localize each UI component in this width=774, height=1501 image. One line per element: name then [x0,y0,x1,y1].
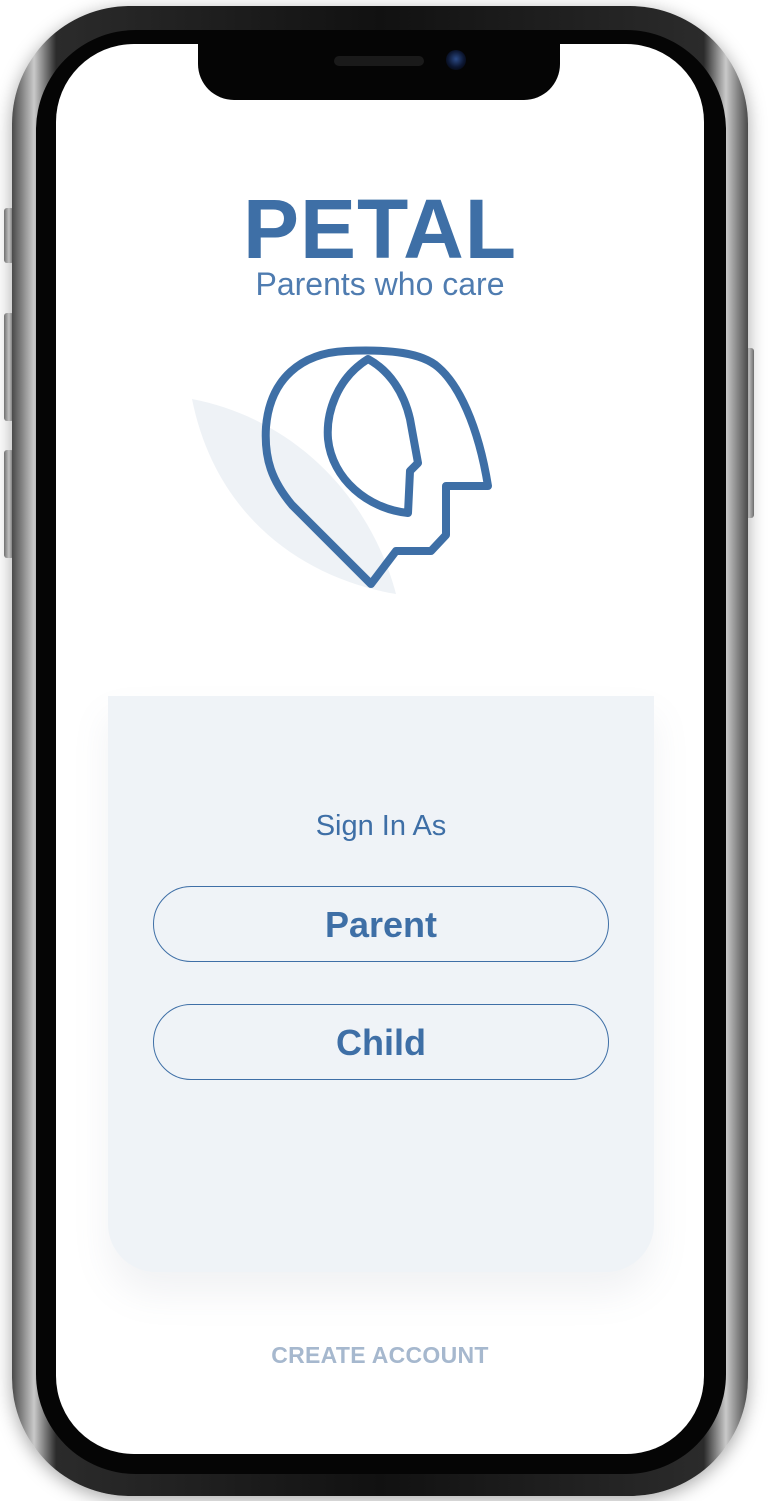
sign-in-heading: Sign In As [315,810,447,842]
create-account-link[interactable]: CREATE ACCOUNT [56,1340,704,1370]
child-button[interactable]: Child [153,1004,609,1080]
parent-button[interactable]: Parent [153,886,609,962]
notch [198,44,560,100]
petal-head-profile-icon [192,346,492,594]
earpiece-speaker [334,56,424,66]
device-mockup: PETAL Parents who care Sign In As Parent… [0,0,774,1501]
app-title: PETAL [242,182,518,276]
sign-in-card: Sign In As Parent Child [108,696,654,1272]
app-tagline: Parents who care [255,266,505,302]
app-screen: PETAL Parents who care Sign In As Parent… [56,44,704,1454]
front-camera-icon [446,50,466,70]
